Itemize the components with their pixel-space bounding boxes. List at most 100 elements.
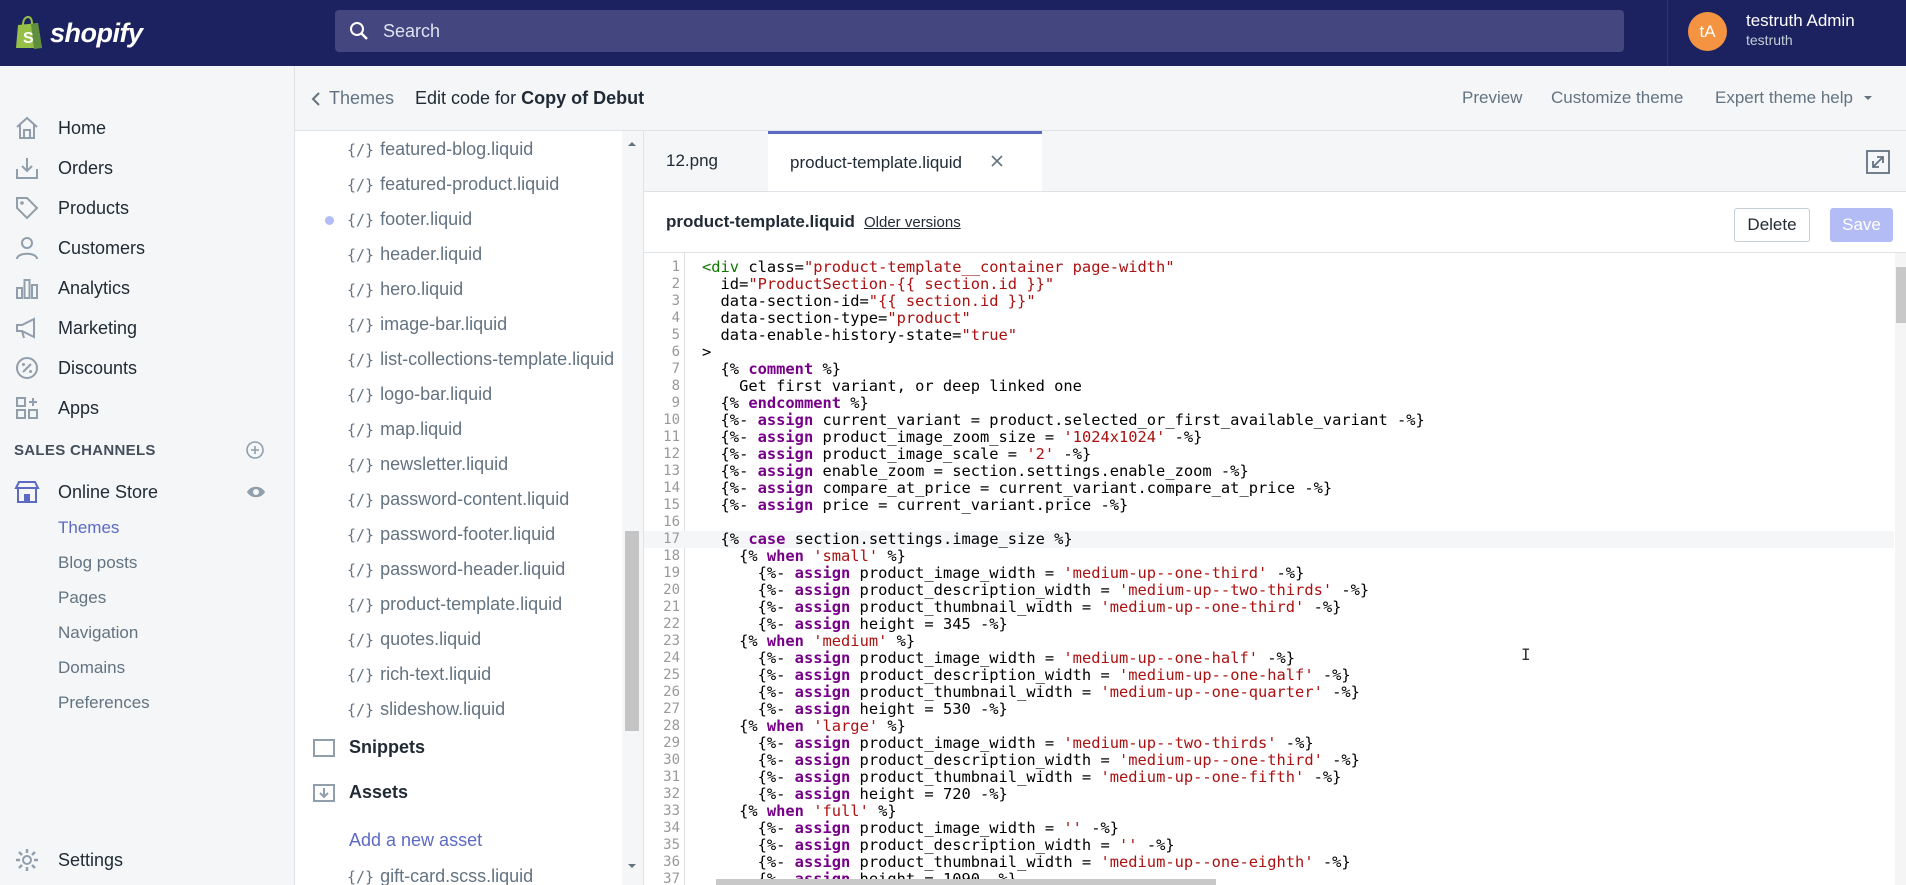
code-line[interactable]: 27 {%- assign height = 530 -%} [644, 701, 1894, 718]
code-line[interactable]: 8 Get first variant, or deep linked one [644, 378, 1894, 395]
code-line[interactable]: 5 data-enable-history-state="true" [644, 327, 1894, 344]
file-item[interactable]: {/} newsletter.liquid [347, 454, 508, 475]
code-line[interactable]: 15 {%- assign price = current_variant.pr… [644, 497, 1894, 514]
line-number: 12 [663, 446, 680, 462]
file-item[interactable]: {/} quotes.liquid [347, 629, 481, 650]
code-line[interactable]: 36 {%- assign product_thumbnail_width = … [644, 854, 1894, 871]
file-item[interactable]: {/} list-collections-template.liquid [347, 349, 614, 370]
add-asset-link[interactable]: Add a new asset [349, 830, 482, 851]
sidebar-item-orders[interactable]: Orders [0, 148, 294, 188]
code-line[interactable]: 10 {%- assign current_variant = product.… [644, 412, 1894, 429]
sidebar-item-apps[interactable]: Apps [0, 388, 294, 428]
code-line[interactable]: 34 {%- assign product_image_width = '' -… [644, 820, 1894, 837]
file-item[interactable]: {/} password-header.liquid [347, 559, 565, 580]
editor-scrollbar[interactable] [1895, 253, 1906, 885]
shopify-logo[interactable]: S shopify [14, 14, 143, 52]
line-number: 21 [663, 599, 680, 615]
search-input[interactable] [381, 19, 1585, 43]
sidebar-item-home[interactable]: Home [0, 108, 294, 148]
file-item[interactable]: {/} hero.liquid [347, 279, 463, 300]
code-line[interactable]: 9 {% endcomment %} [644, 395, 1894, 412]
file-item[interactable]: {/} image-bar.liquid [347, 314, 507, 335]
code-line[interactable]: 31 {%- assign product_thumbnail_width = … [644, 769, 1894, 786]
older-versions-link[interactable]: Older versions [864, 214, 961, 231]
code-line[interactable]: 24 {%- assign product_image_width = 'med… [644, 650, 1894, 667]
scroll-down-icon[interactable] [627, 863, 637, 869]
file-item[interactable]: {/} logo-bar.liquid [347, 384, 492, 405]
code-line[interactable]: 28 {% when 'large' %} [644, 718, 1894, 735]
file-item[interactable]: {/} rich-text.liquid [347, 664, 491, 685]
file-item[interactable]: {/} password-content.liquid [347, 489, 569, 510]
code-line[interactable]: 20 {%- assign product_description_width … [644, 582, 1894, 599]
close-icon[interactable] [990, 154, 1004, 168]
code-line[interactable]: 30 {%- assign product_description_width … [644, 752, 1894, 769]
sidebar-sub-domains[interactable]: Domains [58, 658, 125, 678]
code-line[interactable]: 19 {%- assign product_image_width = 'med… [644, 565, 1894, 582]
code-line[interactable]: 25 {%- assign product_description_width … [644, 667, 1894, 684]
snippets-folder[interactable]: Snippets [313, 737, 425, 758]
code-line[interactable]: 16 [644, 514, 1894, 531]
sidebar-sub-pages[interactable]: Pages [58, 588, 106, 608]
sidebar-item-marketing[interactable]: Marketing [0, 308, 294, 348]
file-item[interactable]: {/} footer.liquid [347, 209, 472, 230]
sidebar-sub-blog-posts[interactable]: Blog posts [58, 553, 137, 573]
file-item[interactable]: {/} password-footer.liquid [347, 524, 555, 545]
eye-icon[interactable] [246, 485, 266, 499]
code-line[interactable]: 23 {% when 'medium' %} [644, 633, 1894, 650]
file-item[interactable]: {/} slideshow.liquid [347, 699, 505, 720]
file-item[interactable]: {/} map.liquid [347, 419, 462, 440]
code-area[interactable]: 1 <div class="product-template__container… [644, 253, 1906, 885]
file-item[interactable]: {/} product-template.liquid [347, 594, 562, 615]
file-item[interactable]: {/} header.liquid [347, 244, 482, 265]
save-button[interactable]: Save [1830, 208, 1893, 242]
fullscreen-icon[interactable] [1865, 149, 1891, 175]
preview-link[interactable]: Preview [1462, 88, 1522, 108]
sidebar-item-settings[interactable]: Settings [0, 840, 294, 880]
assets-folder[interactable]: Assets [313, 782, 408, 803]
code-line[interactable]: 3 data-section-id="{{ section.id }}" [644, 293, 1894, 310]
code-line[interactable]: 1 <div class="product-template__container… [644, 259, 1894, 276]
code-line[interactable]: 6 > [644, 344, 1894, 361]
code-line[interactable]: 2 id="ProductSection-{{ section.id }}" [644, 276, 1894, 293]
code-line[interactable]: 32 {%- assign height = 720 -%} [644, 786, 1894, 803]
code-line[interactable]: 13 {%- assign enable_zoom = section.sett… [644, 463, 1894, 480]
file-tree-scrollbar[interactable] [622, 131, 642, 885]
expert-help-dropdown[interactable]: Expert theme help [1715, 88, 1873, 108]
back-to-themes[interactable]: Themes [311, 88, 394, 109]
sidebar-sub-themes[interactable]: Themes [58, 518, 119, 538]
tab-product-template[interactable]: product-template.liquid [768, 131, 1042, 191]
file-item[interactable]: {/} gift-card.scss.liquid [347, 866, 533, 885]
sidebar-sub-preferences[interactable]: Preferences [58, 693, 150, 713]
code-line[interactable]: 33 {% when 'full' %} [644, 803, 1894, 820]
code-line[interactable]: 12 {%- assign product_image_scale = '2' … [644, 446, 1894, 463]
customize-theme-link[interactable]: Customize theme [1551, 88, 1683, 108]
code-line[interactable]: 35 {%- assign product_description_width … [644, 837, 1894, 854]
code-line[interactable]: 18 {% when 'small' %} [644, 548, 1894, 565]
sidebar-item-analytics[interactable]: Analytics [0, 268, 294, 308]
code-line[interactable]: 21 {%- assign product_thumbnail_width = … [644, 599, 1894, 616]
file-item[interactable]: {/} featured-product.liquid [347, 174, 559, 195]
user-menu[interactable]: tA testruth Admin testruth [1667, 0, 1906, 66]
search-bar[interactable] [335, 10, 1624, 52]
add-channel-icon[interactable] [245, 440, 265, 460]
scrollbar-thumb[interactable] [625, 531, 639, 731]
sidebar-item-online-store[interactable]: Online Store [0, 472, 294, 512]
code-line[interactable]: 29 {%- assign product_image_width = 'med… [644, 735, 1894, 752]
delete-button[interactable]: Delete [1734, 208, 1810, 242]
code-line[interactable]: 26 {%- assign product_thumbnail_width = … [644, 684, 1894, 701]
code-line[interactable]: 14 {%- assign compare_at_price = current… [644, 480, 1894, 497]
code-line[interactable]: 22 {%- assign height = 345 -%} [644, 616, 1894, 633]
sidebar-sub-navigation[interactable]: Navigation [58, 623, 138, 643]
sidebar-item-products[interactable]: Products [0, 188, 294, 228]
code-line[interactable]: 11 {%- assign product_image_zoom_size = … [644, 429, 1894, 446]
code-line[interactable]: 17 {% case section.settings.image_size %… [644, 531, 1894, 548]
code-line[interactable]: 4 data-section-type="product" [644, 310, 1894, 327]
top-bar: S shopify tA testruth Admin testruth [0, 0, 1906, 66]
scrollbar-thumb[interactable] [1896, 267, 1906, 323]
sidebar-item-discounts[interactable]: Discounts [0, 348, 294, 388]
editor-hscrollbar[interactable] [716, 879, 1216, 885]
file-item[interactable]: {/} featured-blog.liquid [347, 139, 533, 160]
sidebar-item-customers[interactable]: Customers [0, 228, 294, 268]
scroll-up-icon[interactable] [627, 141, 637, 147]
code-line[interactable]: 7 {% comment %} [644, 361, 1894, 378]
